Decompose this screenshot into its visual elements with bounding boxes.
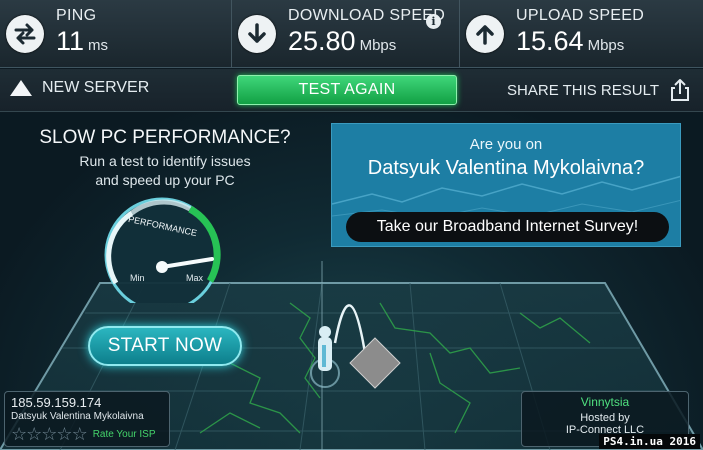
- upload-metric: UPLOAD SPEED 15.64 Mbps: [460, 0, 703, 68]
- promo-line1: Run a test to identify issues: [79, 153, 251, 169]
- share-icon: [671, 79, 689, 101]
- ping-label: PING: [56, 6, 97, 24]
- ping-value: 11: [56, 25, 85, 56]
- upload-value: 15.64: [516, 25, 584, 56]
- download-label: DOWNLOAD SPEED: [288, 6, 446, 24]
- star-icon[interactable]: ☆: [72, 425, 88, 443]
- gauge-min: Min: [130, 273, 145, 283]
- action-bar: NEW SERVER TEST AGAIN SHARE THIS RESULT: [0, 69, 703, 112]
- test-again-button[interactable]: TEST AGAIN: [237, 75, 457, 105]
- survey-cta-button[interactable]: Take our Broadband Internet Survey!: [346, 212, 669, 242]
- upload-unit: Mbps: [587, 36, 625, 54]
- main-panel: SLOW PC PERFORMANCE? Run a test to ident…: [0, 113, 703, 450]
- rate-isp-link[interactable]: Rate Your ISP: [93, 429, 156, 440]
- survey-question: Are you on: [469, 136, 543, 153]
- performance-gauge: PERFORMANCE Min Max: [104, 197, 221, 303]
- new-server-label: NEW SERVER: [42, 79, 150, 96]
- swap-arrows-icon: [6, 15, 44, 53]
- new-server-button[interactable]: NEW SERVER: [10, 79, 149, 97]
- download-unit: Mbps: [359, 36, 397, 54]
- gauge-max: Max: [186, 273, 204, 283]
- hosted-by-label: Hosted by: [580, 412, 630, 424]
- start-now-button[interactable]: START NOW: [88, 326, 242, 366]
- triangle-up-icon: [10, 80, 32, 96]
- star-icon[interactable]: ☆: [41, 425, 57, 443]
- watermark: PS4.in.ua 2016: [599, 434, 700, 449]
- client-info-panel: 185.59.159.174 Datsyuk Valentina Mykolai…: [4, 391, 170, 447]
- share-result-button[interactable]: SHARE THIS RESULT: [507, 78, 691, 102]
- info-icon[interactable]: i: [426, 14, 441, 29]
- star-icon[interactable]: ☆: [26, 425, 42, 443]
- share-label: SHARE THIS RESULT: [507, 81, 659, 99]
- star-icon[interactable]: ☆: [11, 425, 27, 443]
- client-isp: Datsyuk Valentina Mykolaivna: [11, 411, 144, 422]
- star-icon[interactable]: ☆: [56, 425, 72, 443]
- survey-isp-name: Datsyuk Valentina Mykolaivna?: [367, 157, 645, 179]
- up-arrow-icon: [466, 15, 504, 53]
- metrics-bar: PING 11 ms DOWNLOAD SPEED 25.80 Mbps i UPL…: [0, 0, 703, 68]
- upload-label: UPLOAD SPEED: [516, 6, 645, 24]
- promo-title: SLOW PC PERFORMANCE?: [39, 127, 291, 148]
- server-city: Vinnytsia: [580, 395, 630, 409]
- down-arrow-icon: [238, 15, 276, 53]
- ping-metric: PING 11 ms: [0, 0, 232, 68]
- isp-survey-banner[interactable]: Are you on Datsyuk Valentina Mykolaivna?…: [331, 123, 681, 247]
- ping-unit: ms: [88, 36, 109, 54]
- download-metric: DOWNLOAD SPEED 25.80 Mbps i: [232, 0, 460, 68]
- client-ip: 185.59.159.174: [11, 395, 102, 410]
- download-value: 25.80: [288, 25, 356, 56]
- isp-rating: ☆ ☆ ☆ ☆ ☆ Rate Your ISP: [11, 425, 163, 443]
- slow-pc-promo: SLOW PC PERFORMANCE? Run a test to ident…: [0, 127, 330, 190]
